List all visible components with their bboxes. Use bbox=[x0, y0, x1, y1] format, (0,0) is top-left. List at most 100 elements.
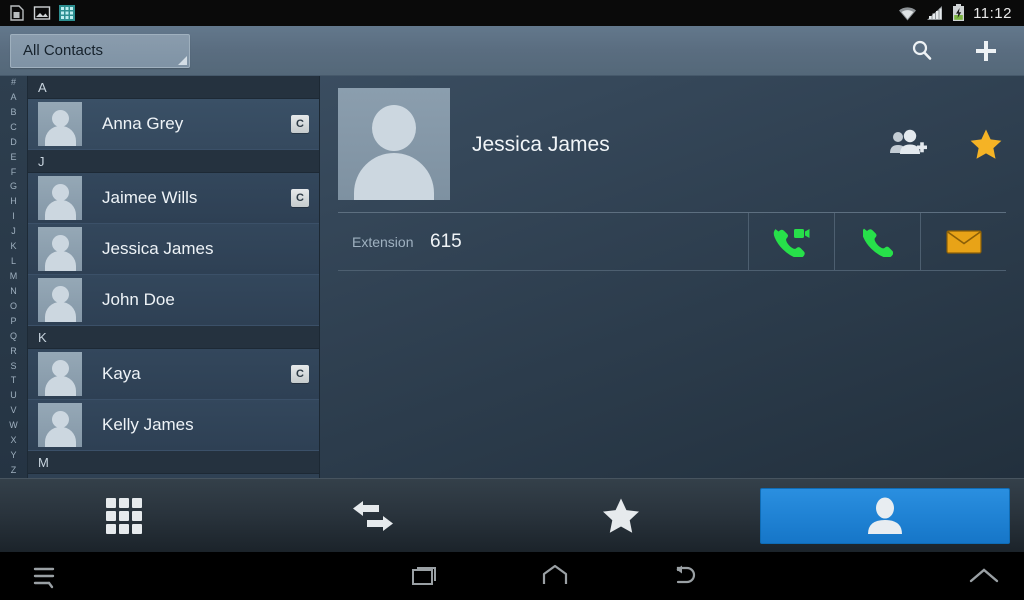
app-grid-icon bbox=[59, 5, 75, 21]
detail-row-actions bbox=[748, 212, 1006, 271]
alpha-index-letter[interactable]: F bbox=[11, 167, 17, 177]
message-button[interactable] bbox=[920, 212, 1006, 271]
menu-icon bbox=[33, 567, 55, 589]
add-to-group-button[interactable] bbox=[888, 124, 928, 164]
detail-row-extension[interactable]: Extension 615 bbox=[338, 212, 1006, 271]
contact-avatar bbox=[38, 176, 82, 220]
alpha-index-letter[interactable]: H bbox=[10, 197, 17, 206]
detail-header: Jessica James bbox=[338, 88, 1006, 204]
contact-list-item-name: Jaimee Wills bbox=[102, 188, 198, 207]
contact-list-item[interactable]: Jaimee Wills C bbox=[28, 173, 319, 224]
alpha-index-letter[interactable]: Q bbox=[10, 331, 17, 341]
nav-expand-button[interactable] bbox=[944, 552, 1024, 600]
alpha-index-letter[interactable]: X bbox=[10, 436, 16, 445]
contact-list-item[interactable]: John Doe bbox=[28, 275, 319, 326]
tab-contacts[interactable] bbox=[759, 487, 1010, 544]
list-section-header: M bbox=[28, 451, 319, 474]
alpha-index-letter[interactable]: W bbox=[9, 421, 18, 430]
contact-list-item-name: Kelly James bbox=[102, 415, 194, 434]
person-icon bbox=[867, 497, 902, 534]
add-contact-icon bbox=[976, 40, 996, 61]
alpha-index-letter[interactable]: I bbox=[12, 212, 15, 221]
call-log-icon bbox=[352, 500, 393, 531]
contact-account-badge: C bbox=[291, 189, 309, 207]
contact-account-badge: C bbox=[291, 115, 309, 133]
detail-row-label: Extension bbox=[352, 233, 414, 250]
alpha-index-letter[interactable]: T bbox=[11, 376, 17, 385]
nav-spacer-right bbox=[730, 552, 944, 600]
dialpad-icon bbox=[106, 497, 143, 534]
back-icon bbox=[676, 565, 696, 584]
list-section-header: J bbox=[28, 150, 319, 173]
contacts-filter-spinner[interactable]: All Contacts bbox=[10, 33, 190, 68]
alpha-index-letter[interactable]: K bbox=[10, 242, 16, 251]
alpha-index-letter[interactable]: S bbox=[10, 361, 16, 371]
alpha-index-letter[interactable]: U bbox=[10, 391, 17, 400]
contact-account-badge: C bbox=[291, 365, 309, 383]
nav-menu-button[interactable] bbox=[0, 552, 90, 600]
contact-avatar bbox=[38, 278, 82, 322]
alpha-index-letter[interactable]: G bbox=[10, 182, 17, 191]
nav-spacer-left bbox=[90, 552, 380, 600]
sim-card-icon bbox=[10, 5, 24, 21]
status-notifications bbox=[0, 4, 76, 22]
alpha-index-letter[interactable]: N bbox=[10, 286, 17, 296]
alpha-index-letter[interactable]: V bbox=[10, 406, 16, 415]
contact-photo[interactable] bbox=[338, 88, 450, 200]
tab-dialpad[interactable] bbox=[0, 488, 249, 544]
add-contact-button[interactable] bbox=[964, 29, 1008, 73]
contact-list-item[interactable]: Kelly James bbox=[28, 400, 319, 451]
status-clock: 11:12 bbox=[973, 4, 1012, 22]
alpha-index-letter[interactable]: O bbox=[10, 301, 17, 311]
alpha-index-letter[interactable]: R bbox=[10, 346, 17, 356]
alpha-index-letter[interactable]: Z bbox=[11, 465, 17, 475]
spinner-label: All Contacts bbox=[23, 42, 104, 59]
contact-list[interactable]: A Anna Grey C J Jaimee Wills C Jessica James Jo… bbox=[28, 76, 320, 478]
alpha-index-letter[interactable]: M bbox=[10, 271, 18, 281]
contact-list-item[interactable]: Anna Grey C bbox=[28, 99, 319, 150]
video-call-button[interactable] bbox=[748, 212, 834, 271]
home-icon bbox=[542, 564, 568, 584]
search-button[interactable] bbox=[900, 29, 944, 73]
bottom-tab-bar bbox=[0, 478, 1024, 552]
alpha-index-letter[interactable]: L bbox=[11, 257, 16, 266]
alpha-index-letter[interactable]: # bbox=[11, 78, 16, 87]
list-section-header: K bbox=[28, 326, 319, 349]
system-navigation-bar bbox=[0, 552, 1024, 600]
list-section-header: A bbox=[28, 76, 319, 99]
alpha-index-letter[interactable]: J bbox=[11, 227, 16, 236]
image-icon bbox=[33, 6, 51, 20]
cellular-signal-icon bbox=[927, 5, 943, 20]
contact-list-item-name: John Doe bbox=[102, 290, 175, 309]
search-icon bbox=[912, 40, 932, 60]
nav-home-button[interactable] bbox=[510, 552, 600, 600]
tablet-screen: 11:12 All Contacts # A B C D E F G H I J… bbox=[0, 0, 1024, 600]
status-indicators: 11:12 bbox=[898, 4, 1024, 22]
alpha-index-letter[interactable]: Y bbox=[10, 451, 16, 460]
contact-list-item-name: Jessica James bbox=[102, 239, 214, 258]
alphabet-index[interactable]: # A B C D E F G H I J K L M N O P Q R S T U V W X Y Z bbox=[0, 76, 28, 478]
contact-list-item[interactable]: Jessica James bbox=[28, 224, 319, 275]
alpha-index-letter[interactable]: E bbox=[10, 152, 16, 162]
tab-call-log[interactable] bbox=[249, 488, 498, 544]
voice-call-button[interactable] bbox=[834, 212, 920, 271]
add-to-group-icon bbox=[890, 129, 927, 154]
chevron-up-icon bbox=[969, 568, 999, 583]
nav-back-button[interactable] bbox=[640, 552, 730, 600]
nav-recents-button[interactable] bbox=[380, 552, 470, 600]
favorite-button[interactable] bbox=[966, 124, 1006, 164]
contact-avatar bbox=[38, 352, 82, 396]
content-area: # A B C D E F G H I J K L M N O P Q R S T U V W X Y Z A Anna Grey C J… bbox=[0, 76, 1024, 478]
tab-favorites[interactable] bbox=[497, 488, 746, 544]
contact-list-item[interactable]: Kaya C bbox=[28, 349, 319, 400]
alpha-index-letter[interactable]: P bbox=[10, 316, 16, 326]
detail-row-value: 615 bbox=[430, 230, 462, 252]
alpha-index-letter[interactable]: B bbox=[10, 107, 16, 117]
nav-spacer-b bbox=[600, 552, 640, 600]
nav-spacer-a bbox=[470, 552, 510, 600]
recents-icon bbox=[412, 567, 436, 585]
action-bar-buttons bbox=[900, 29, 1024, 73]
alpha-index-letter[interactable]: A bbox=[10, 92, 16, 102]
alpha-index-letter[interactable]: D bbox=[10, 137, 17, 147]
alpha-index-letter[interactable]: C bbox=[10, 122, 17, 132]
